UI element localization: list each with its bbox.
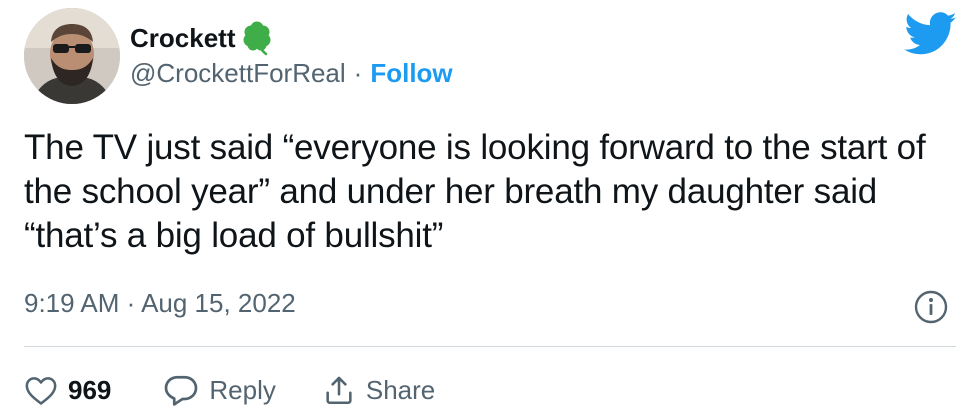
divider	[24, 346, 956, 347]
follow-button[interactable]: Follow	[370, 60, 452, 86]
avatar[interactable]	[24, 8, 120, 104]
shamrock-icon	[239, 21, 275, 57]
heart-icon	[24, 374, 58, 406]
tweet-timestamp[interactable]: 9:19 AM · Aug 15, 2022	[24, 290, 296, 316]
share-label: Share	[365, 375, 436, 405]
share-icon	[322, 373, 356, 407]
tweet-text: The TV just said “everyone is looking fo…	[24, 128, 926, 255]
like-button[interactable]: 969	[24, 374, 111, 406]
author-handle[interactable]: @CrockettForReal	[130, 60, 346, 86]
reply-label: Reply	[209, 375, 276, 405]
twitter-bird-icon[interactable]	[904, 12, 958, 56]
author-name-row: Crockett	[130, 18, 275, 58]
tweet-card: Crockett @CrockettForReal · Follow The T…	[0, 0, 980, 420]
tweet-actions: 969 Reply Share	[24, 372, 435, 408]
info-icon[interactable]	[913, 289, 949, 325]
author-handle-row: @CrockettForReal · Follow	[130, 60, 453, 86]
share-button[interactable]: Share	[322, 373, 435, 407]
author-display-name[interactable]: Crockett	[130, 25, 235, 51]
like-count: 969	[68, 375, 112, 405]
reply-bubble-icon	[163, 373, 199, 407]
separator-dot: ·	[353, 58, 363, 88]
reply-button[interactable]: Reply	[163, 373, 276, 407]
